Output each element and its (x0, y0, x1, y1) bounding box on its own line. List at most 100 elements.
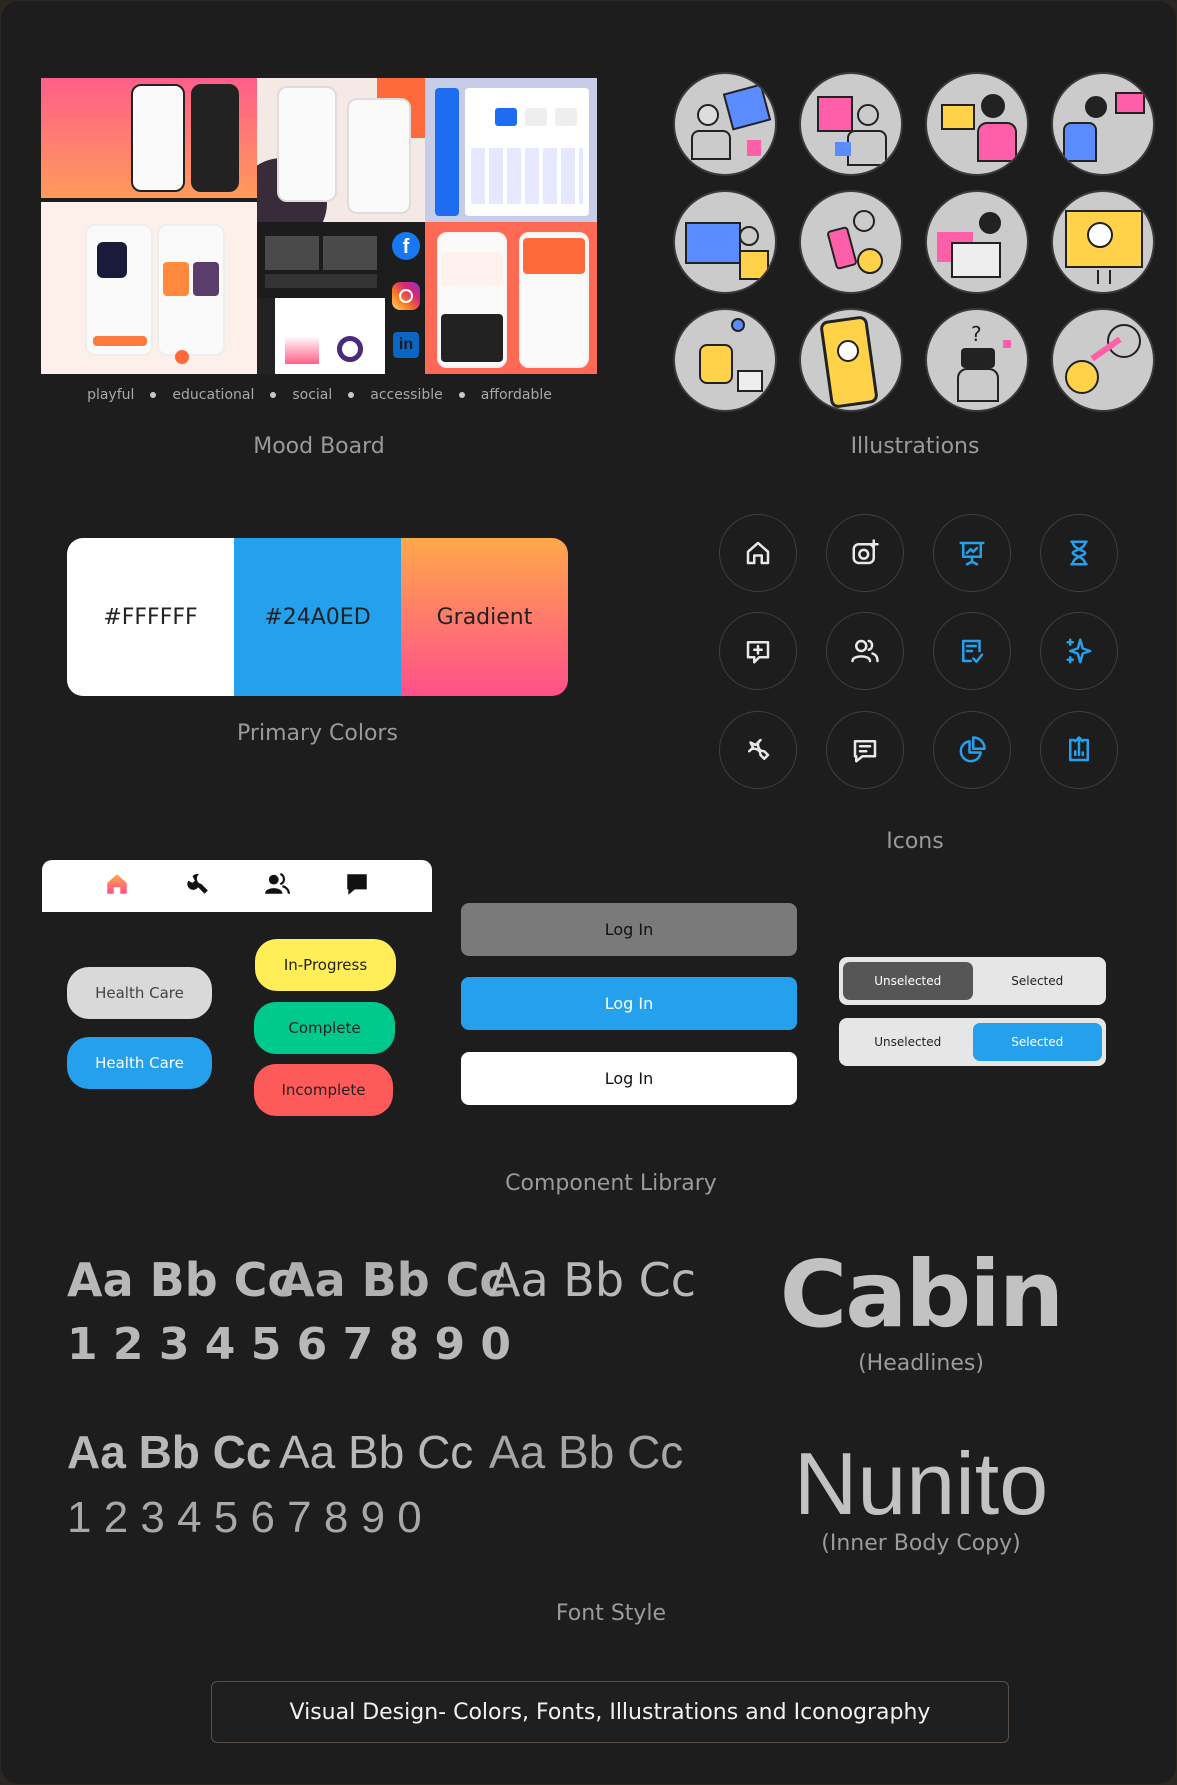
nav-tools[interactable] (184, 871, 210, 901)
mood-tile-social-app (41, 78, 257, 198)
segment-selected[interactable]: Selected (973, 962, 1103, 1000)
mood-board: f in (41, 78, 597, 374)
illustrations-title: Illustrations (850, 434, 980, 459)
mood-tile-dashboard (425, 78, 597, 222)
illustration-person-email (925, 72, 1029, 176)
segmented-control-selected-active: Unselected Selected (839, 1018, 1106, 1066)
primary-colors-title: Primary Colors (237, 721, 398, 746)
users-icon (851, 639, 879, 663)
facebook-icon: f (392, 232, 420, 260)
tag-separator (458, 392, 465, 398)
tag: social (292, 387, 333, 403)
sparkle-icon (1066, 638, 1092, 664)
icon-tile-chat (826, 711, 904, 789)
nunito-font-name: Nunito (793, 1434, 1049, 1533)
cabin-digits: 1 2 3 4 5 6 7 8 9 0 (67, 1319, 512, 1370)
tag-separator (150, 392, 157, 398)
illustration-person-question: ? (925, 308, 1029, 412)
icon-tile-upload-chart (1040, 711, 1118, 789)
illustration-person-screen (1051, 190, 1155, 294)
illustration-person-laptop (673, 72, 777, 176)
task-check-icon (962, 639, 984, 663)
message-add-icon (746, 641, 770, 664)
design-board: f in playful educational social accessib… (1, 1, 1176, 1784)
chip-health-care-active[interactable]: Health Care (67, 1037, 212, 1089)
icons-title: Icons (886, 829, 944, 854)
segment-selected[interactable]: Selected (972, 1023, 1102, 1061)
icon-tile-users (826, 612, 904, 690)
illustration-person-phone (799, 190, 903, 294)
nav-chat[interactable] (344, 871, 370, 901)
icon-tile-camera-add (826, 514, 904, 592)
segment-unselected[interactable]: Unselected (843, 1023, 973, 1061)
login-button-outline[interactable]: Log In (461, 1052, 797, 1105)
mood-board-title: Mood Board (253, 434, 385, 459)
tag: affordable (480, 387, 552, 403)
tag-separator (348, 392, 355, 398)
mood-tile-work-app (257, 78, 425, 222)
icon-tile-presentation (933, 514, 1011, 592)
cabin-font-usage: (Headlines) (858, 1351, 984, 1376)
mood-tile-analytics (257, 298, 385, 374)
mood-tile-task-app (41, 202, 257, 374)
icon-tile-wrench (719, 711, 797, 789)
color-swatch-blue: #24A0ED (234, 538, 401, 696)
nunito-digits: 1 2 3 4 5 6 7 8 9 0 (67, 1493, 422, 1542)
icon-tile-pie-chart (933, 711, 1011, 789)
wrench-icon (187, 873, 208, 894)
pie-chart-icon (959, 736, 986, 763)
tag: accessible (370, 387, 443, 403)
cabin-sample-bold: Aa Bb Cc (67, 1253, 295, 1307)
tag: educational (172, 387, 255, 403)
color-swatch-white: #FFFFFF (67, 538, 234, 696)
upload-chart-icon (1069, 736, 1089, 762)
status-badge-in-progress: In-Progress (255, 939, 396, 991)
nav-users[interactable] (264, 871, 290, 901)
status-badge-complete: Complete (254, 1002, 395, 1054)
status-badge-incomplete: Incomplete (254, 1064, 393, 1116)
illustration-person-badge (799, 72, 903, 176)
nunito-sample-bold: Aa Bb Cc (67, 1426, 272, 1478)
icon-tile-home (719, 514, 797, 592)
tag-separator (270, 392, 277, 398)
home-icon (746, 541, 770, 565)
icon-tile-message-add (719, 612, 797, 690)
chat-icon (347, 874, 367, 895)
illustration-person-chart (1051, 72, 1155, 176)
tag: playful (87, 387, 135, 403)
illustration-person-clock (1051, 308, 1155, 412)
illustration-person-monitor (673, 190, 777, 294)
component-library-title: Component Library (505, 1171, 717, 1196)
color-swatch-gradient: Gradient (401, 538, 568, 696)
chat-icon (853, 740, 877, 763)
nav-home[interactable] (104, 871, 130, 901)
nunito-font-usage: (Inner Body Copy) (821, 1531, 1021, 1556)
mood-tile-login-app (425, 222, 597, 374)
home-icon (107, 874, 127, 894)
mood-tile-social-icons: f in (385, 222, 425, 374)
icon-tile-sparkle (1040, 612, 1118, 690)
cabin-sample-medium: Aa Bb Cc (279, 1253, 507, 1307)
footer-caption: Visual Design- Colors, Fonts, Illustrati… (211, 1681, 1009, 1743)
login-button-primary[interactable]: Log In (461, 977, 797, 1030)
cabin-font-name: Cabin (779, 1241, 1065, 1348)
nunito-sample-medium: Aa Bb Cc (279, 1426, 474, 1478)
login-button-disabled[interactable]: Log In (461, 903, 797, 956)
illustration-person-video-call (799, 308, 903, 412)
icon-tile-task-check (933, 612, 1011, 690)
hourglass-icon (1070, 540, 1088, 566)
segmented-control-unselected-active: Unselected Selected (839, 957, 1106, 1005)
users-icon (265, 873, 290, 894)
linkedin-icon: in (393, 332, 419, 358)
primary-colors-palette: #FFFFFF #24A0ED Gradient (67, 538, 568, 696)
segment-unselected[interactable]: Unselected (843, 962, 973, 1000)
cabin-sample-regular: Aa Bb Cc (489, 1253, 697, 1307)
illustration-person-papers (925, 190, 1029, 294)
mood-board-tags: playful educational social accessible af… (42, 387, 597, 403)
camera-add-icon (852, 539, 879, 565)
wrench-icon (748, 738, 770, 760)
presentation-icon (959, 541, 985, 566)
chip-health-care-default[interactable]: Health Care (67, 967, 212, 1019)
bottom-navbar (42, 860, 432, 912)
nunito-sample-light: Aa Bb Cc (489, 1426, 684, 1478)
